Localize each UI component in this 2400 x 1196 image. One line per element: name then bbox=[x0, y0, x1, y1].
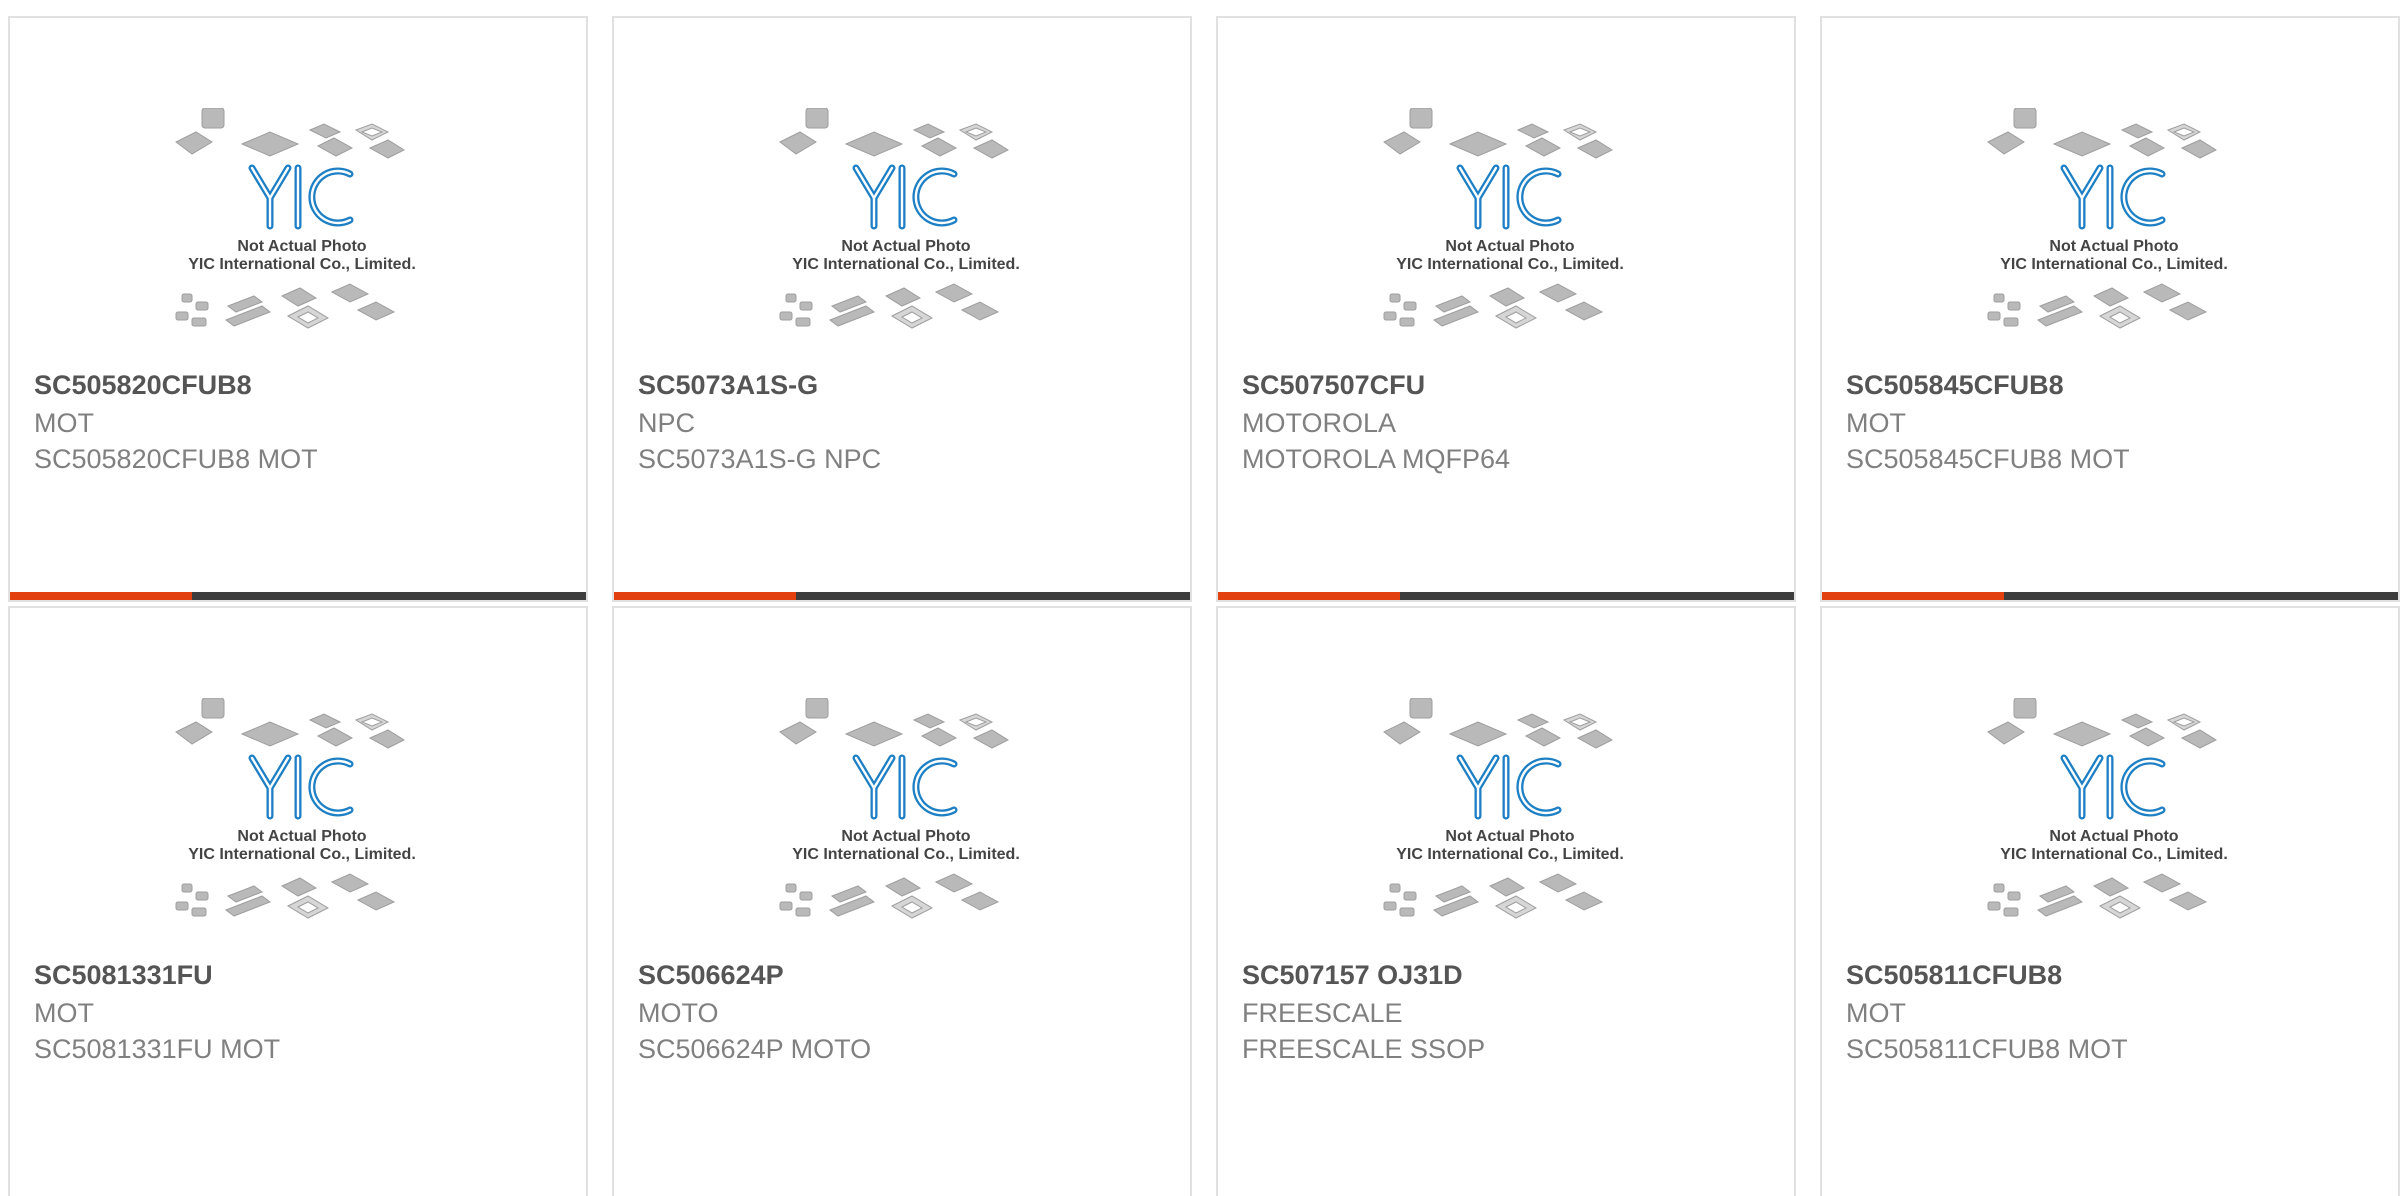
card-accent-bar bbox=[1822, 592, 2398, 600]
card-accent-fill bbox=[1218, 592, 1400, 600]
chip-packages-placeholder-icon: Not Actual Photo YIC International Co., … bbox=[1383, 698, 1624, 919]
card-accent-fill bbox=[10, 592, 192, 600]
manufacturer-label: MOT bbox=[34, 408, 94, 438]
chip-packages-placeholder-icon: Not Actual Photo YIC International Co., … bbox=[1383, 108, 1624, 329]
product-image-placeholder[interactable]: Not Actual Photo YIC International Co., … bbox=[162, 108, 444, 370]
product-image-placeholder[interactable]: Not Actual Photo YIC International Co., … bbox=[162, 698, 444, 960]
product-card[interactable]: Not Actual Photo YIC International Co., … bbox=[8, 606, 588, 1196]
product-card[interactable]: Not Actual Photo YIC International Co., … bbox=[8, 16, 588, 602]
product-image-placeholder[interactable]: Not Actual Photo YIC International Co., … bbox=[1974, 108, 2256, 370]
company-name-text: YIC International Co., Limited. bbox=[792, 256, 1020, 273]
company-name-text: YIC International Co., Limited. bbox=[1396, 846, 1624, 863]
part-number-link[interactable]: SC506624P bbox=[638, 960, 784, 991]
manufacturer-label: MOT bbox=[1846, 998, 1906, 1028]
card-accent-bar bbox=[614, 592, 1190, 600]
chip-packages-placeholder-icon: Not Actual Photo YIC International Co., … bbox=[1987, 108, 2228, 329]
chip-packages-placeholder-icon: Not Actual Photo YIC International Co., … bbox=[175, 698, 416, 919]
not-actual-photo-text: Not Actual Photo bbox=[1445, 828, 1574, 845]
not-actual-photo-text: Not Actual Photo bbox=[841, 828, 970, 845]
not-actual-photo-text: Not Actual Photo bbox=[2049, 238, 2178, 255]
not-actual-photo-text: Not Actual Photo bbox=[2049, 828, 2178, 845]
part-number-link[interactable]: SC5073A1S-G bbox=[638, 370, 818, 401]
card-accent-fill bbox=[614, 592, 796, 600]
company-name-text: YIC International Co., Limited. bbox=[2000, 846, 2228, 863]
product-image-placeholder[interactable]: Not Actual Photo YIC International Co., … bbox=[766, 698, 1048, 960]
product-image-placeholder[interactable]: Not Actual Photo YIC International Co., … bbox=[766, 108, 1048, 370]
product-card[interactable]: Not Actual Photo YIC International Co., … bbox=[612, 16, 1192, 602]
not-actual-photo-text: Not Actual Photo bbox=[1445, 238, 1574, 255]
product-description: SC505820CFUB8 MOT bbox=[34, 444, 318, 474]
product-description: FREESCALE SSOP bbox=[1242, 1034, 1486, 1064]
company-name-text: YIC International Co., Limited. bbox=[188, 256, 416, 273]
product-description: SC506624P MOTO bbox=[638, 1034, 872, 1064]
manufacturer-label: MOT bbox=[34, 998, 94, 1028]
company-name-text: YIC International Co., Limited. bbox=[2000, 256, 2228, 273]
product-description: SC505845CFUB8 MOT bbox=[1846, 444, 2130, 474]
product-card[interactable]: Not Actual Photo YIC International Co., … bbox=[1820, 16, 2400, 602]
chip-packages-placeholder-icon: Not Actual Photo YIC International Co., … bbox=[779, 108, 1020, 329]
not-actual-photo-text: Not Actual Photo bbox=[237, 238, 366, 255]
manufacturer-label: MOTO bbox=[638, 998, 719, 1028]
part-number-link[interactable]: SC507507CFU bbox=[1242, 370, 1425, 401]
product-card[interactable]: Not Actual Photo YIC International Co., … bbox=[1216, 16, 1796, 602]
product-description: SC5073A1S-G NPC bbox=[638, 444, 882, 474]
not-actual-photo-text: Not Actual Photo bbox=[841, 238, 970, 255]
part-number-link[interactable]: SC505845CFUB8 bbox=[1846, 370, 2064, 401]
manufacturer-label: NPC bbox=[638, 408, 696, 438]
not-actual-photo-text: Not Actual Photo bbox=[237, 828, 366, 845]
product-card[interactable]: Not Actual Photo YIC International Co., … bbox=[612, 606, 1192, 1196]
card-accent-bar bbox=[1218, 592, 1794, 600]
part-number-link[interactable]: SC5081331FU bbox=[34, 960, 213, 991]
product-description: SC505811CFUB8 MOT bbox=[1846, 1034, 2128, 1064]
part-number-link[interactable]: SC505811CFUB8 bbox=[1846, 960, 2062, 991]
product-image-placeholder[interactable]: Not Actual Photo YIC International Co., … bbox=[1370, 698, 1652, 960]
product-card[interactable]: Not Actual Photo YIC International Co., … bbox=[1820, 606, 2400, 1196]
company-name-text: YIC International Co., Limited. bbox=[188, 846, 416, 863]
product-grid: Not Actual Photo YIC International Co., … bbox=[0, 0, 2400, 1196]
product-image-placeholder[interactable]: Not Actual Photo YIC International Co., … bbox=[1974, 698, 2256, 960]
product-description: SC5081331FU MOT bbox=[34, 1034, 281, 1064]
company-name-text: YIC International Co., Limited. bbox=[1396, 256, 1624, 273]
product-description: MOTOROLA MQFP64 bbox=[1242, 444, 1511, 474]
manufacturer-label: MOTOROLA bbox=[1242, 408, 1397, 438]
company-name-text: YIC International Co., Limited. bbox=[792, 846, 1020, 863]
chip-packages-placeholder-icon: Not Actual Photo YIC International Co., … bbox=[779, 698, 1020, 919]
chip-packages-placeholder-icon: Not Actual Photo YIC International Co., … bbox=[1987, 698, 2228, 919]
card-accent-fill bbox=[1822, 592, 2004, 600]
part-number-link[interactable]: SC507157 OJ31D bbox=[1242, 960, 1463, 991]
chip-packages-placeholder-icon: Not Actual Photo YIC International Co., … bbox=[175, 108, 416, 329]
product-image-placeholder[interactable]: Not Actual Photo YIC International Co., … bbox=[1370, 108, 1652, 370]
manufacturer-label: MOT bbox=[1846, 408, 1906, 438]
card-accent-bar bbox=[10, 592, 586, 600]
product-card[interactable]: Not Actual Photo YIC International Co., … bbox=[1216, 606, 1796, 1196]
manufacturer-label: FREESCALE bbox=[1242, 998, 1403, 1028]
part-number-link[interactable]: SC505820CFUB8 bbox=[34, 370, 252, 401]
